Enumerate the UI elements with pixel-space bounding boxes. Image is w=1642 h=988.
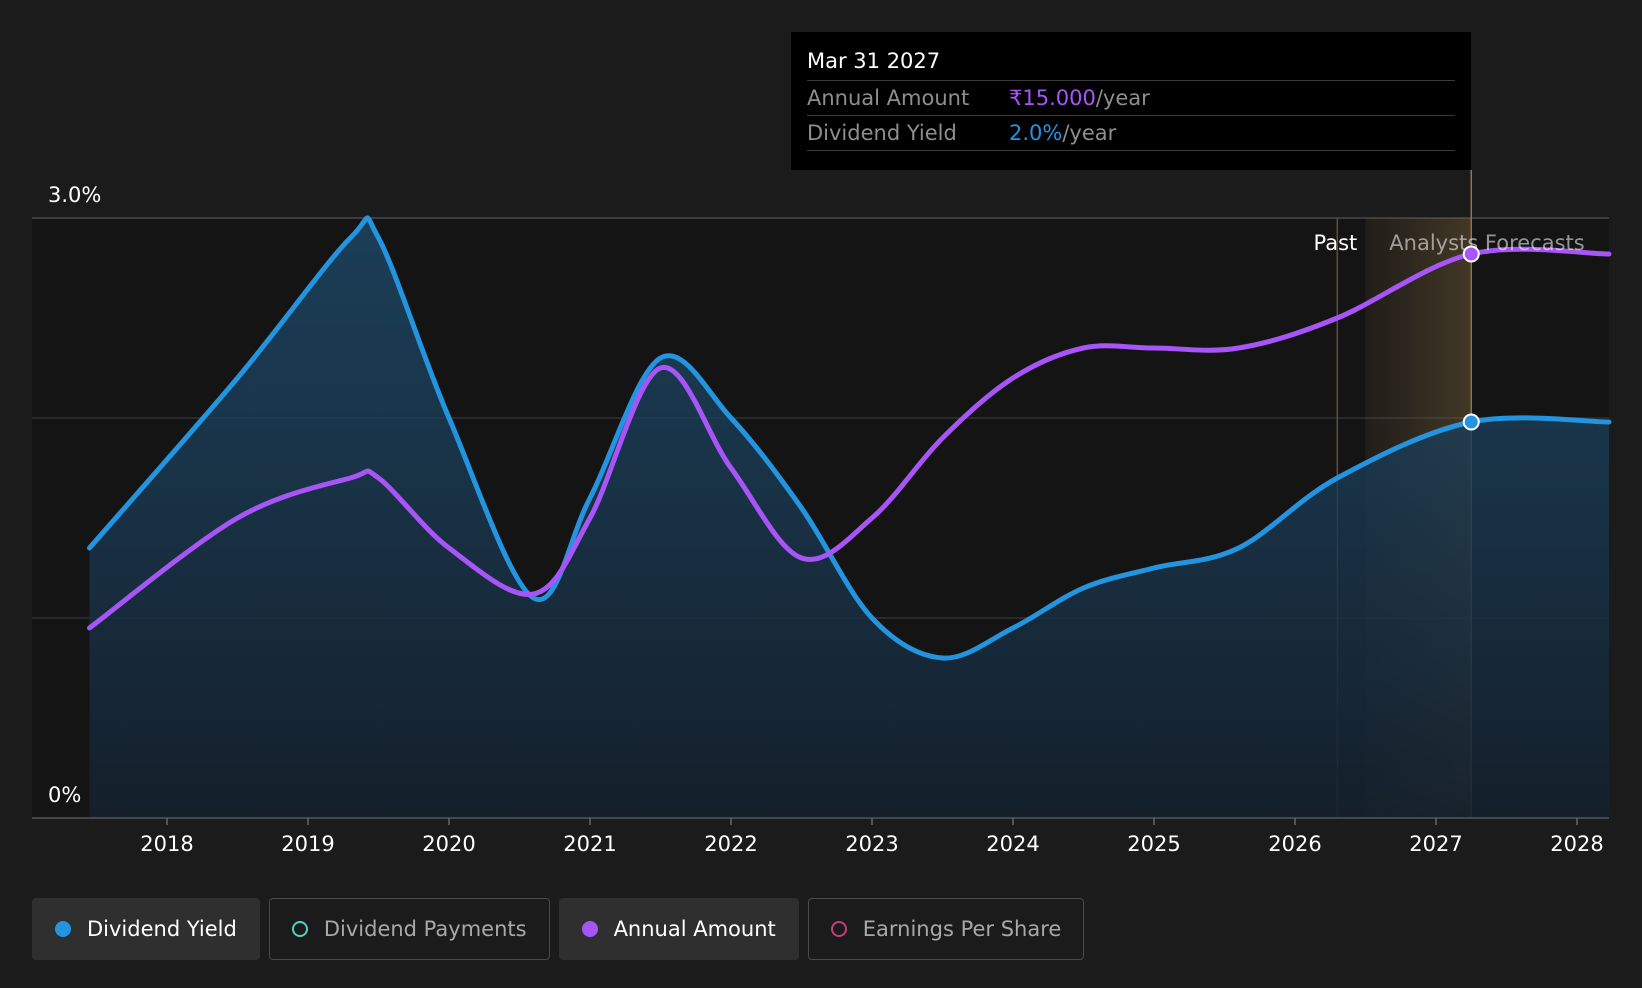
legend-earnings-per-share-button[interactable]: Earnings Per Share — [807, 898, 1085, 960]
earnings-per-share-dot-icon — [830, 921, 847, 937]
legend-annual-amount-button[interactable]: Annual Amount — [558, 898, 799, 960]
tooltip-label: Annual Amount — [807, 86, 970, 110]
tooltip-date: Mar 31 2027 — [807, 46, 1455, 81]
tooltip-value: ₹15.000 — [1009, 86, 1096, 110]
legend: Dividend Yield Dividend Payments Annual … — [32, 898, 1093, 960]
legend-dividend-yield-button[interactable]: Dividend Yield — [32, 898, 260, 960]
x-tick-label: 2023 — [845, 832, 898, 856]
x-axis-ticks: 2018 2019 2020 2021 2022 2023 2024 2025 2026 2027… — [140, 818, 1604, 856]
tooltip-row-annual-amount: Annual Amount ₹15.000 /year — [807, 81, 1455, 116]
x-tick-label: 2028 — [1550, 832, 1603, 856]
forecast-label: Analysts Forecasts — [1389, 231, 1584, 255]
x-tick-label: 2024 — [986, 832, 1039, 856]
x-tick-label: 2022 — [704, 832, 757, 856]
legend-label: Dividend Payments — [323, 917, 527, 941]
annual-amount-dot-icon — [581, 921, 598, 937]
dividend-payments-dot-icon — [291, 921, 308, 937]
legend-dividend-payments-button[interactable]: Dividend Payments — [268, 898, 550, 960]
tooltip-row-dividend-yield: Dividend Yield 2.0% /year — [807, 116, 1455, 151]
legend-label: Annual Amount — [613, 917, 776, 941]
legend-label: Dividend Yield — [87, 917, 237, 941]
x-tick-label: 2020 — [422, 832, 475, 856]
tooltip-unit: /year — [1062, 121, 1117, 145]
x-tick-label: 2027 — [1409, 832, 1462, 856]
y-axis-bottom-label: 0% — [48, 783, 81, 807]
past-label: Past — [1314, 231, 1358, 255]
x-tick-label: 2019 — [281, 832, 334, 856]
x-tick-label: 2021 — [563, 832, 616, 856]
x-tick-label: 2018 — [140, 832, 193, 856]
annual-amount-marker — [1462, 245, 1480, 263]
dividend-yield-marker — [1462, 413, 1480, 431]
tooltip-value: 2.0% — [1009, 121, 1063, 145]
dividend-yield-dot-icon — [55, 921, 71, 937]
legend-label: Earnings Per Share — [862, 917, 1062, 941]
x-tick-label: 2026 — [1268, 832, 1321, 856]
x-tick-label: 2025 — [1127, 832, 1180, 856]
y-axis-top-label: 3.0% — [48, 183, 101, 207]
tooltip-label: Dividend Yield — [807, 121, 957, 145]
tooltip-unit: /year — [1095, 86, 1150, 110]
tooltip: Mar 31 2027 Annual Amount ₹15.000 /year … — [791, 32, 1471, 170]
